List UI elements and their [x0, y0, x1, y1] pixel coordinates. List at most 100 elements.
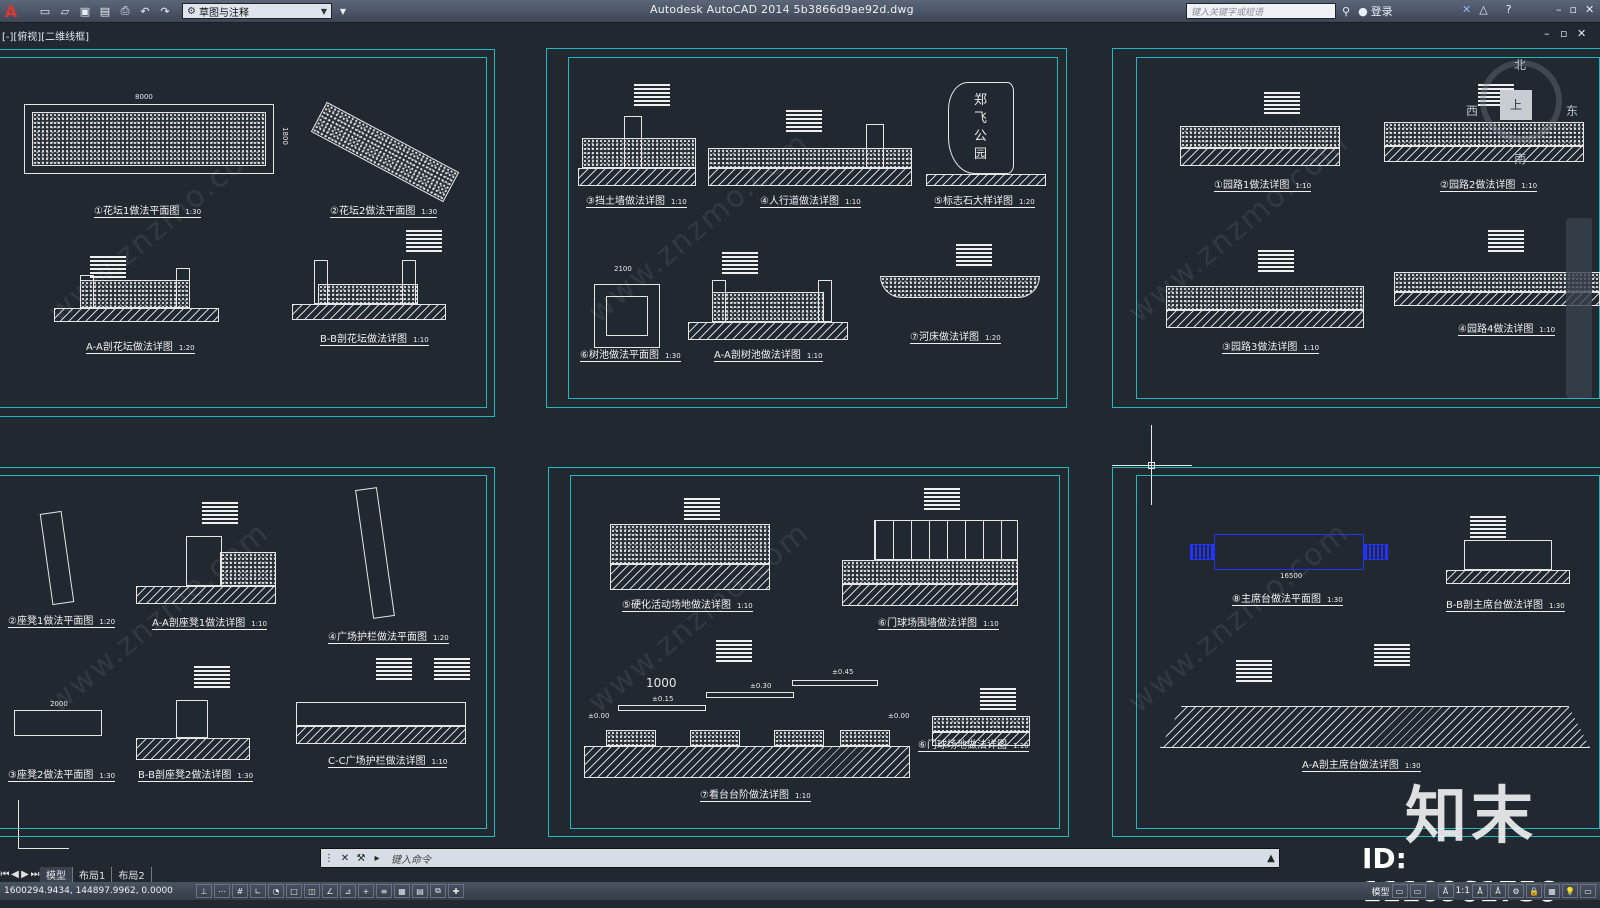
isolate-objects-icon[interactable]: 💡 [1562, 884, 1578, 898]
quick-view-layouts-icon[interactable]: ▭ [1391, 884, 1408, 898]
dimension-label: 8000 [135, 93, 153, 101]
bench-2-section [176, 700, 208, 738]
drawing-caption: ⑤硬化活动场地做法详图 1:10 [622, 596, 753, 612]
doc-restore-icon[interactable]: ▫ [1560, 27, 1567, 40]
tab-model[interactable]: 模型 [40, 866, 73, 882]
workspace-switch-icon[interactable]: ⚙ [1508, 884, 1524, 898]
customize-toolbar-icon[interactable]: ▼ [334, 2, 352, 20]
compass-west: 西 [1466, 104, 1479, 118]
ducs-icon[interactable]: ⊿ [340, 884, 356, 898]
binoculars-icon[interactable]: ⚲ [1342, 5, 1350, 18]
navigation-bar[interactable] [1566, 218, 1592, 398]
print-icon[interactable]: ⎙ [116, 2, 134, 20]
tab-layout2[interactable]: 布局2 [112, 866, 152, 882]
annotation-scale-value[interactable]: 1:1 [1456, 886, 1470, 896]
quick-properties-icon[interactable]: ▤ [412, 884, 428, 898]
selection-cycling-icon[interactable]: ⧉ [430, 884, 446, 898]
doc-close-icon[interactable]: ✕ [1577, 27, 1586, 40]
clean-screen-icon[interactable]: ▭ [1580, 884, 1596, 898]
close-icon[interactable]: ✕ [337, 853, 353, 864]
minimize-icon[interactable]: – [1556, 3, 1562, 16]
maximize-icon[interactable]: ▫ [1570, 3, 1577, 16]
annotation-leader [634, 84, 670, 106]
close-icon[interactable]: ✕ [1585, 3, 1594, 16]
quick-view-drawings-icon[interactable]: ▭ [1409, 884, 1426, 898]
lock-icon[interactable]: 🔒 [1526, 884, 1542, 898]
save-icon[interactable]: ▣ [76, 2, 94, 20]
grid-icon[interactable]: # [232, 884, 248, 898]
annotation-visibility-icon[interactable]: Å [1472, 884, 1488, 898]
drawing-caption: ⑥门球场地做法详图 1:10 [918, 736, 1029, 752]
prompt-icon: ▸ [374, 852, 380, 864]
compass-east: 东 [1566, 104, 1579, 118]
compass-north: 北 [1514, 58, 1527, 72]
new-file-icon[interactable]: ▭ [36, 2, 54, 20]
section-wall [80, 275, 94, 308]
save-as-icon[interactable]: ▤ [96, 2, 114, 20]
dyn-icon[interactable]: + [358, 884, 374, 898]
podium-long-section [1160, 706, 1590, 748]
polar-icon[interactable]: ◔ [268, 884, 284, 898]
stands-footing [840, 730, 890, 746]
app-menu-button[interactable]: A [0, 0, 22, 22]
command-input[interactable]: 键入命令 [391, 851, 431, 866]
auto-scale-icon[interactable]: Å [1490, 884, 1506, 898]
section-wall [818, 280, 832, 322]
a360-icon[interactable]: △ [1479, 3, 1487, 16]
transparency-icon[interactable]: ▦ [394, 884, 410, 898]
viewcube-top-face[interactable]: 上 [1500, 90, 1532, 120]
drawing-caption: ③园路3做法详图 1:10 [1222, 338, 1320, 354]
annotation-leader [202, 502, 238, 524]
tab-layout1[interactable]: 布局1 [73, 866, 113, 882]
annotation-monitor-icon[interactable]: ✚ [448, 884, 464, 898]
annotation-leader [1374, 644, 1410, 666]
redo-icon[interactable]: ↷ [156, 2, 174, 20]
exchange-icon[interactable]: ✕ [1462, 3, 1471, 16]
plaza-base [610, 564, 770, 590]
model-space-button[interactable]: 模型 [1372, 885, 1390, 898]
infer-constraints-icon[interactable]: ⊥ [196, 884, 212, 898]
snap-icon[interactable]: ⋯ [214, 884, 230, 898]
stand-step-1 [618, 705, 706, 711]
undo-icon[interactable]: ↶ [136, 2, 154, 20]
annotation-leader [924, 488, 960, 510]
annotation-leader [1470, 516, 1506, 538]
section-fill [220, 552, 276, 586]
grip-icon: ⋮ [324, 852, 334, 864]
section-wall [314, 260, 328, 304]
prev-tab-icon[interactable]: ◀ [10, 869, 20, 880]
section-fill [712, 292, 824, 322]
osnap-icon[interactable]: □ [286, 884, 302, 898]
otrack-icon[interactable]: ∠ [322, 884, 338, 898]
doc-minimize-icon[interactable]: – [1544, 27, 1550, 40]
login-link[interactable]: 登录 [1371, 3, 1393, 19]
section-base [296, 726, 466, 744]
user-icon[interactable]: ● [1358, 5, 1368, 18]
last-tab-icon[interactable]: ⏭ [30, 869, 40, 880]
annotation-leader [1258, 250, 1294, 272]
hardware-accel-icon[interactable]: ▦ [1544, 884, 1560, 898]
first-tab-icon[interactable]: ⏮ [0, 869, 10, 880]
podium-section [1464, 540, 1552, 570]
drawing-caption: ⑥树池做法平面图 1:30 [580, 346, 681, 362]
fence-fill [842, 560, 1018, 584]
podium-stair-right [1364, 544, 1388, 560]
3d-osnap-icon[interactable]: ◫ [304, 884, 320, 898]
open-file-icon[interactable]: ▱ [56, 2, 74, 20]
wrench-icon[interactable]: ⚒ [353, 853, 369, 864]
section-base [842, 584, 1018, 606]
help-icon[interactable]: ? [1506, 3, 1512, 16]
chevron-up-icon[interactable]: ▲ [1263, 853, 1279, 864]
section-base [292, 304, 446, 320]
section-base [688, 322, 848, 340]
search-input[interactable]: 键入关键字或短语 [1186, 3, 1336, 19]
workspace-select[interactable]: ⚙ 草图与注释 ▼ [182, 3, 332, 19]
lineweight-icon[interactable]: ≡ [376, 884, 392, 898]
drawing-caption: A-A剖主席台做法详图 1:30 [1302, 756, 1421, 772]
ortho-icon[interactable]: ∟ [250, 884, 266, 898]
annotation-scale-icon[interactable]: Å [1437, 884, 1454, 898]
riverbed-section [880, 276, 1040, 298]
command-line[interactable]: ⋮ ✕ ⚒ ▸ 键入命令 ▲ [320, 848, 1280, 868]
drawing-canvas[interactable]: www.znzmo.com www.znzmo.com www.znzmo.co… [0, 40, 1600, 848]
next-tab-icon[interactable]: ▶ [20, 869, 30, 880]
